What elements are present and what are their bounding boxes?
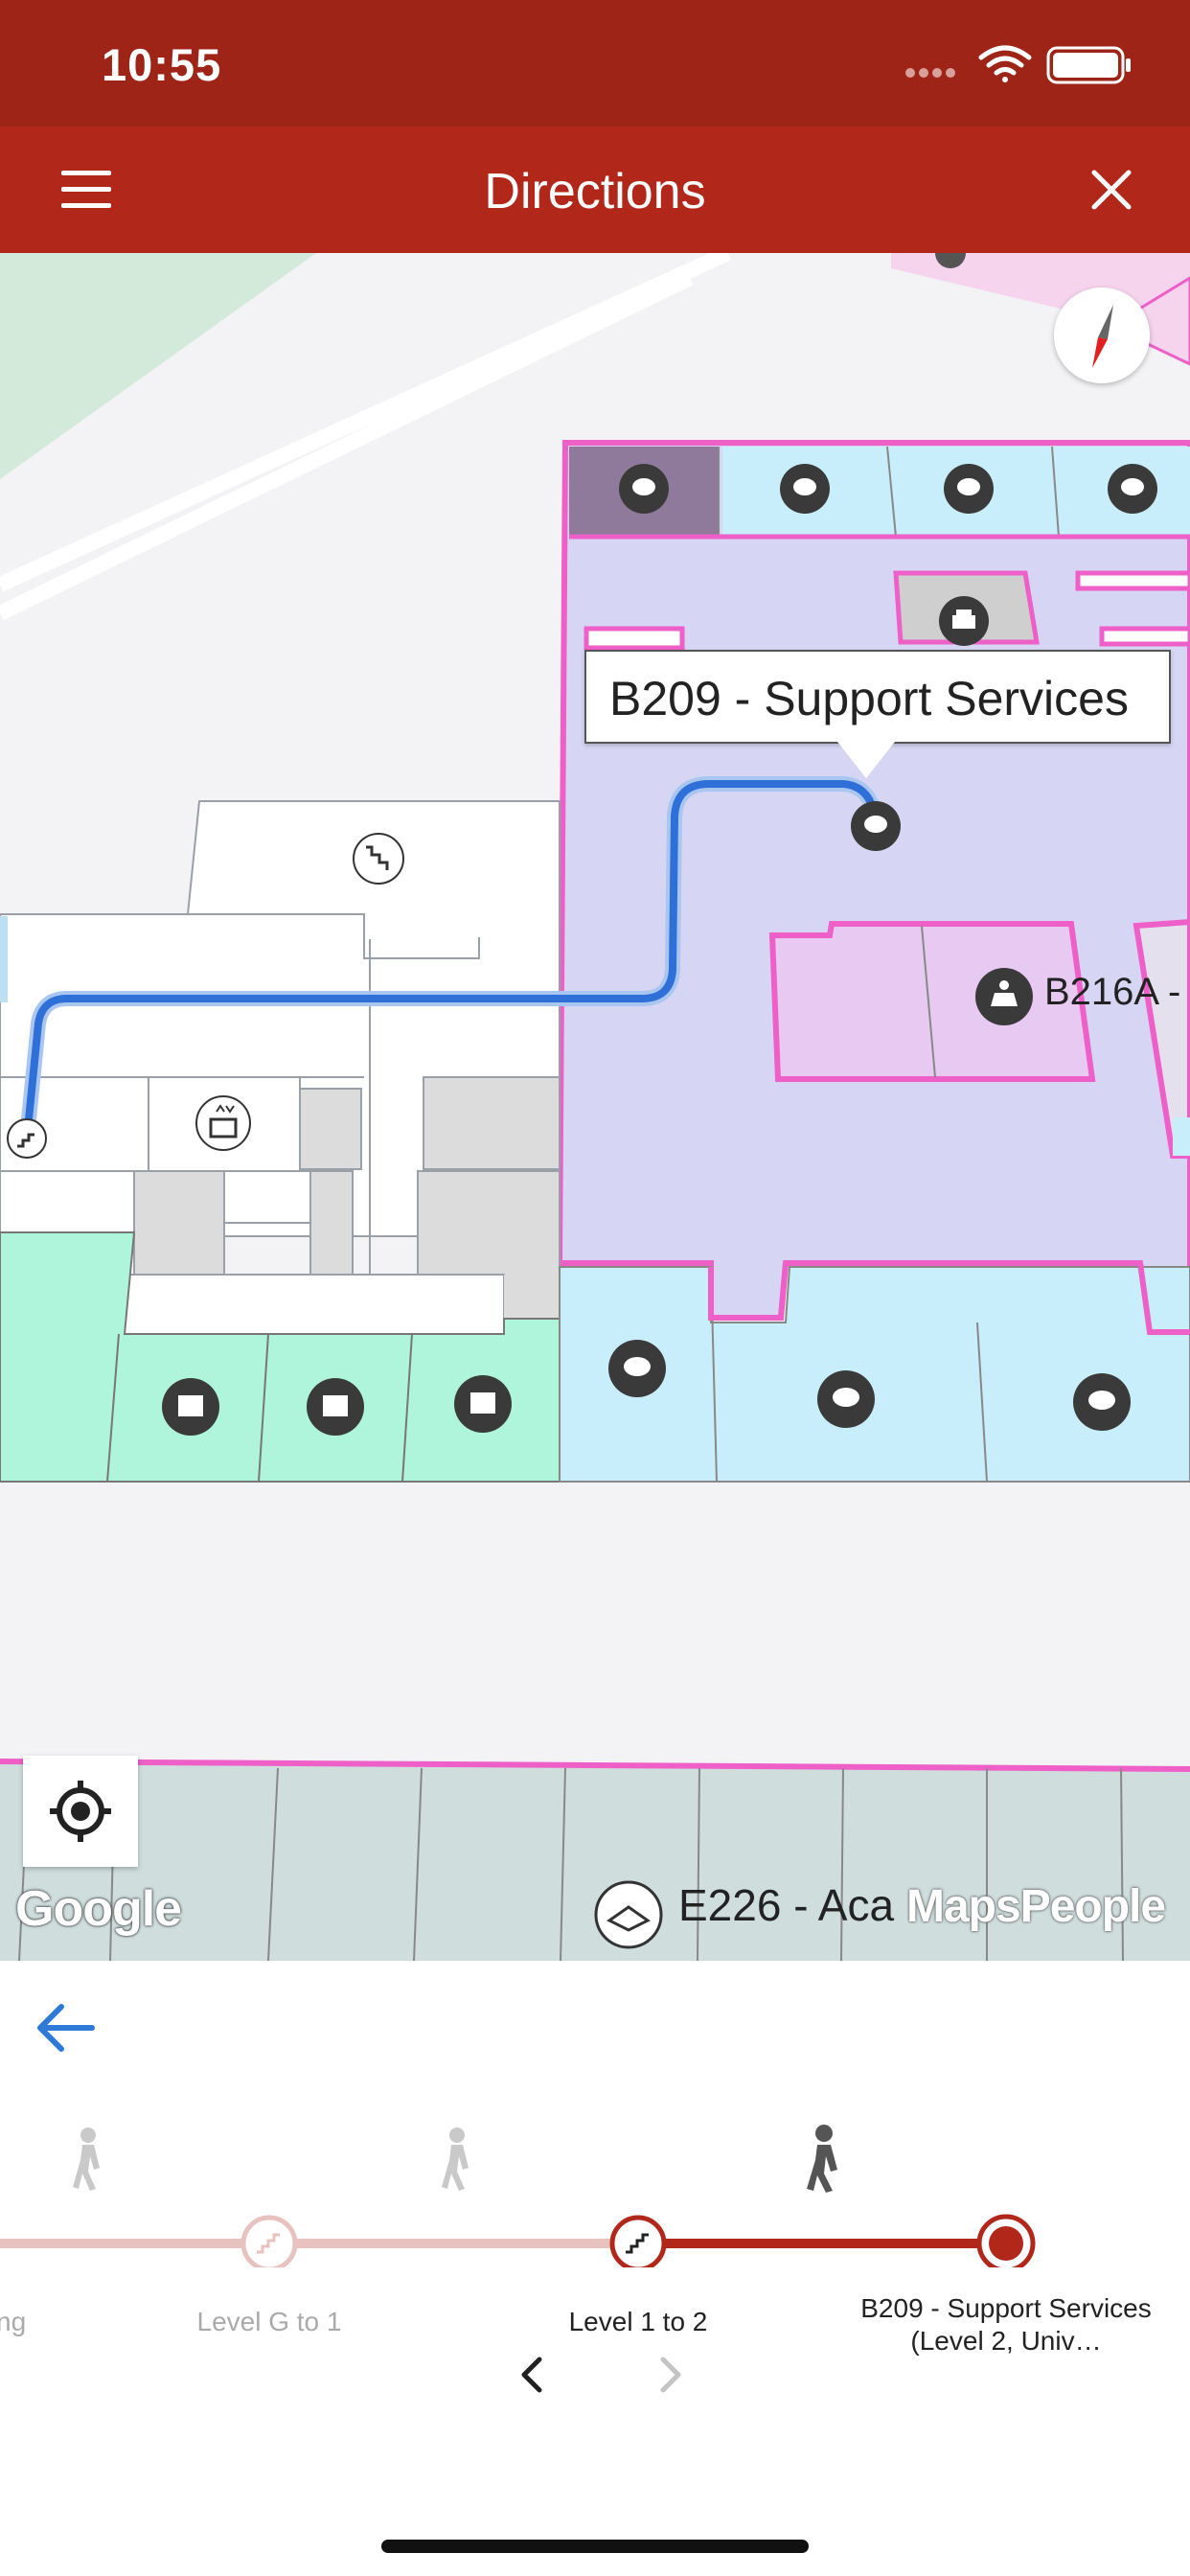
room-label-e226[interactable]: E226 - Aca: [678, 1879, 894, 1931]
my-location-button[interactable]: [23, 1756, 138, 1867]
meeting-poi-icon: [975, 968, 1033, 1025]
callout-tail: [837, 742, 895, 778]
page-title: Directions: [484, 164, 706, 219]
step-label-1[interactable]: Level G to 1: [154, 2306, 384, 2338]
close-icon[interactable]: [1081, 159, 1142, 220]
battery-icon: [1046, 46, 1131, 84]
indoor-map[interactable]: B209 - Support Services B216A - E226 - A…: [0, 253, 1190, 1961]
route-steps: ng Level G to 1 Level 1 to 2 B209 - Supp…: [0, 2076, 1190, 2363]
status-time: 10:55: [102, 39, 222, 90]
status-bar: 10:55: [0, 0, 1190, 126]
step-label-2[interactable]: Level 1 to 2: [523, 2306, 753, 2338]
directions-panel: ng Level G to 1 Level 1 to 2 B209 - Supp…: [0, 1961, 1190, 2576]
academic-poi-icon: [594, 1880, 663, 1949]
elevator-poi-icon: [195, 1095, 251, 1151]
wifi-icon: [978, 45, 1032, 82]
app-bar: Directions: [0, 126, 1190, 253]
step-node-level-1-to-2: [609, 2215, 667, 2272]
walking-icon-active: [807, 2125, 837, 2193]
printer-poi-icon: [939, 596, 989, 646]
chevron-right-icon[interactable]: [642, 2346, 699, 2404]
compass-icon[interactable]: [1054, 288, 1150, 383]
mapspeople-attribution: MapsPeople: [906, 1881, 1166, 1932]
google-attribution: Google: [15, 1881, 182, 1937]
room-callout-label: B209 - Support Services: [609, 672, 1129, 725]
chevron-left-icon[interactable]: [503, 2346, 561, 2404]
step-label-3[interactable]: B209 - Support Services (Level 2, Univ…: [843, 2292, 1169, 2358]
walking-icon: [73, 2128, 469, 2191]
status-icons: [905, 45, 1131, 84]
floor-plan: [0, 253, 1190, 1961]
route-steps-graphic: [0, 2125, 1036, 2273]
room-callout[interactable]: B209 - Support Services: [584, 650, 1171, 744]
arrow-left-icon[interactable]: [33, 1993, 102, 2062]
step-node-level-g-to-1: [240, 2215, 298, 2272]
home-indicator: [381, 2540, 809, 2553]
room-label-b216a[interactable]: B216A -: [1044, 971, 1180, 1014]
signal-icon: [905, 68, 955, 78]
step-node-destination: [976, 2214, 1036, 2273]
step-label-0[interactable]: ng: [0, 2306, 34, 2338]
my-location-icon: [50, 1781, 111, 1842]
